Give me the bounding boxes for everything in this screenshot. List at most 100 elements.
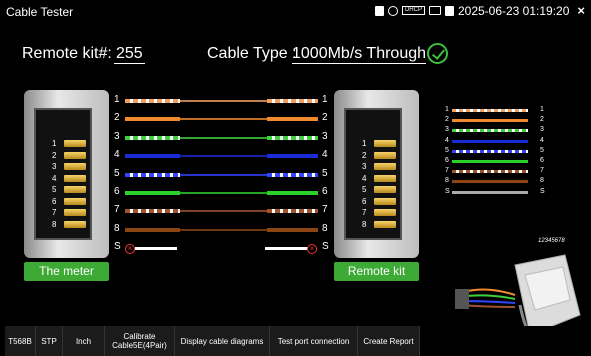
- mini-wire-number-left: 6: [445, 157, 449, 164]
- app-title: Cable Tester: [6, 5, 74, 19]
- mini-wire-number-left: 7: [445, 167, 449, 175]
- wire-left-segment: [125, 117, 180, 122]
- screenshot-icon[interactable]: [428, 6, 441, 15]
- mini-wire-number-right: 5: [540, 146, 544, 154]
- wire-middle-segment: [180, 192, 267, 194]
- shield-wire-left: [135, 247, 177, 251]
- pin-contact: [374, 220, 396, 228]
- wire-left-segment: [125, 172, 180, 177]
- pin-contact: [64, 151, 86, 159]
- pin-contact: [64, 163, 86, 170]
- pin-contact: [374, 151, 396, 159]
- mini-wire-number-right: 2: [540, 116, 544, 124]
- wire-right-segment: [267, 172, 318, 177]
- wire-middle-segment: [180, 100, 267, 102]
- wire-number-right: 6: [322, 186, 328, 197]
- meter-port: 1 2 3 4 5 6 7 8: [24, 90, 109, 258]
- status-bar: Cable Tester DHCP 2025-06-23 01:19:20 ×: [0, 0, 591, 26]
- wire-number-left: S: [114, 241, 121, 253]
- stp-button[interactable]: STP: [36, 326, 63, 356]
- mini-wire: [452, 190, 528, 194]
- create-report-button[interactable]: Create Report: [358, 326, 420, 356]
- mini-wire-number-left: 2: [445, 116, 449, 124]
- wire-number-right: 7: [322, 204, 328, 216]
- pin-number: 6: [52, 196, 57, 206]
- mini-wire-number-right: 4: [540, 136, 544, 144]
- display-diagrams-button[interactable]: Display cable diagrams: [175, 326, 270, 356]
- pin-number: 3: [362, 162, 367, 171]
- remote-port-socket: 1 2 3 4 5 6 7 8: [344, 108, 402, 240]
- wire-right-segment: [267, 99, 318, 103]
- wire-left-segment: [125, 135, 180, 140]
- remote-kit-label: Remote kit: [334, 262, 419, 281]
- wire-right-segment: [267, 191, 318, 195]
- test-port-button[interactable]: Test port connection: [270, 326, 358, 356]
- wire-right-segment: [267, 227, 318, 232]
- shield-fault-icon: ×: [307, 244, 317, 255]
- mini-wire-number-right: S: [540, 187, 545, 195]
- wire-right-segment: [267, 117, 318, 122]
- mini-wire: [452, 160, 528, 163]
- pin-contact: [64, 197, 86, 205]
- wire-number-left: 8: [114, 222, 120, 234]
- t568b-button[interactable]: T568B: [5, 326, 36, 356]
- mini-wire-number-left: 8: [445, 177, 449, 185]
- wire-number-left: 5: [114, 167, 120, 179]
- pin-number: 4: [362, 173, 367, 183]
- wire-middle-segment: [180, 136, 267, 139]
- pin-contact: [374, 197, 396, 205]
- close-icon[interactable]: ×: [577, 3, 585, 18]
- pin-number: 1: [52, 139, 57, 148]
- clock-icon: [387, 5, 398, 16]
- pin-number: 8: [52, 219, 57, 229]
- mini-wire-number-left: 4: [445, 136, 449, 144]
- mini-wire-number-left: S: [445, 187, 450, 195]
- wire-right-segment: [267, 209, 318, 214]
- mini-wire: [452, 149, 528, 153]
- pin-number: 3: [52, 162, 57, 171]
- pin-number: 7: [362, 208, 367, 217]
- wire-number-right: S: [322, 241, 329, 253]
- pin-contact: [374, 140, 396, 147]
- pin-contact: [64, 174, 86, 182]
- mini-wire-number-right: 7: [540, 167, 544, 175]
- mini-wire: [452, 119, 528, 123]
- wire-middle-segment: [180, 173, 267, 176]
- wire-left-segment: [125, 191, 180, 195]
- mini-wire: [452, 170, 528, 174]
- datetime: 2025-06-23 01:19:20: [457, 3, 570, 18]
- pin-number: 1: [362, 139, 367, 148]
- inch-button[interactable]: Inch: [63, 326, 105, 356]
- check-icon: [427, 43, 448, 64]
- connector-pin-label: 12345678: [538, 238, 565, 244]
- pin-number: 6: [362, 196, 367, 206]
- wire-left-segment: [125, 154, 180, 159]
- calibrate-button[interactable]: Calibrate Cable5E(4Pair): [105, 326, 175, 356]
- shield-fault-icon: ×: [125, 244, 135, 255]
- pin-contact: [374, 209, 396, 216]
- pin-number: 4: [52, 173, 57, 183]
- pin-number: 8: [362, 219, 367, 229]
- pin-number: 2: [52, 150, 57, 160]
- meter-port-socket: 1 2 3 4 5 6 7 8: [34, 108, 92, 240]
- wire-left-segment: [125, 99, 180, 103]
- mini-wire: [452, 129, 528, 133]
- the-meter-label: The meter: [24, 262, 109, 281]
- mini-wire: [452, 180, 528, 184]
- remote-kit-value[interactable]: 255: [114, 45, 145, 64]
- wire-number-right: 8: [322, 222, 328, 234]
- wire-right-segment: [267, 135, 318, 140]
- mini-wire-number-right: 6: [540, 157, 544, 164]
- pin-number: 5: [362, 185, 367, 194]
- wire-number-left: 4: [114, 149, 120, 161]
- wire-number-right: 3: [322, 130, 328, 142]
- wire-left-segment: [125, 209, 180, 214]
- wire-right-segment: [267, 154, 318, 159]
- wire-number-right: 2: [322, 112, 328, 124]
- status-icons: DHCP 2025-06-23 01:19:20 ×: [374, 3, 585, 18]
- mini-wire-number-right: 3: [540, 126, 544, 134]
- dhcp-icon: DHCP: [401, 6, 425, 15]
- wire-middle-segment: [180, 118, 267, 121]
- battery-icon: [374, 5, 384, 16]
- wire-number-left: 6: [114, 186, 120, 197]
